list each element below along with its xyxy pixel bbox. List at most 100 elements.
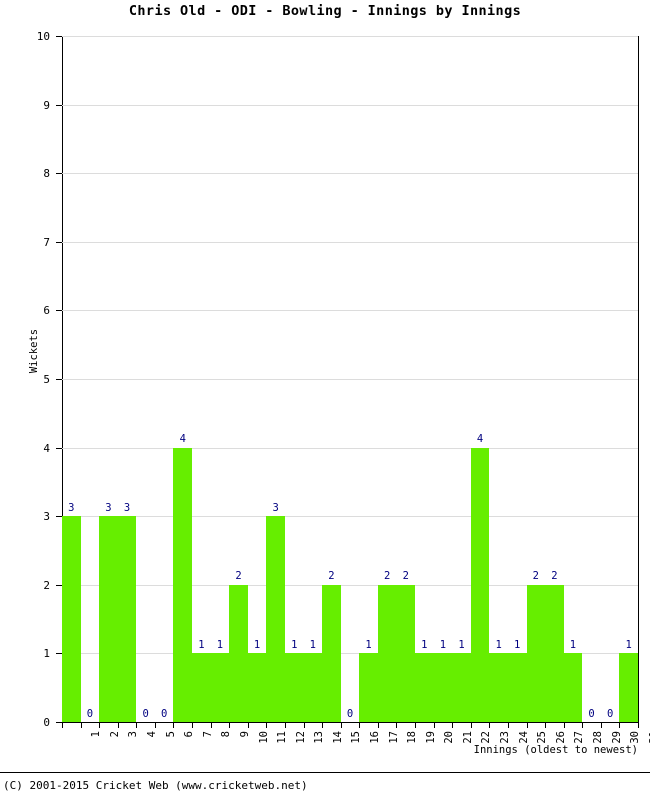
x-axis-tick — [99, 723, 101, 728]
x-axis-tick — [229, 723, 231, 728]
bar-slot[interactable]: 1 — [452, 36, 471, 722]
bar-slot[interactable]: 1 — [247, 36, 267, 722]
bar[interactable] — [619, 653, 638, 722]
bar[interactable] — [415, 653, 434, 722]
x-axis-tick-label: 13 — [313, 731, 326, 744]
x-axis-tick — [582, 723, 584, 728]
bar[interactable] — [247, 653, 267, 722]
bar[interactable] — [266, 516, 285, 722]
bar[interactable] — [322, 584, 341, 722]
bar[interactable] — [545, 584, 564, 722]
bar[interactable] — [173, 447, 193, 722]
x-axis-tick — [377, 723, 379, 728]
bar[interactable] — [99, 516, 118, 722]
x-axis-tick — [396, 723, 398, 728]
bar-slot[interactable]: 1 — [563, 36, 583, 722]
x-axis-tick-label: 21 — [461, 731, 474, 744]
bar-slot[interactable]: 3 — [117, 36, 137, 722]
y-axis-tick-label: 7 — [43, 235, 50, 249]
bar-slot[interactable]: 1 — [359, 36, 378, 722]
bar-slot[interactable]: 2 — [545, 36, 564, 722]
y-axis-tick-label: 0 — [43, 716, 50, 729]
bar[interactable] — [284, 653, 304, 722]
bar-slot[interactable]: 4 — [173, 36, 193, 722]
bar[interactable] — [377, 584, 397, 722]
x-axis-tick-label: 20 — [443, 731, 456, 744]
bar[interactable] — [62, 516, 81, 722]
bar-slot[interactable]: 1 — [507, 36, 527, 722]
bar-slot[interactable]: 3 — [266, 36, 285, 722]
x-axis-tick — [563, 723, 565, 728]
bar-slot[interactable]: 1 — [433, 36, 453, 722]
x-axis-tick — [266, 723, 268, 728]
x-axis-tick-label: 8 — [220, 731, 233, 738]
bar[interactable] — [117, 516, 137, 722]
x-axis-tick-label: 19 — [424, 731, 437, 744]
x-axis-label: Innings (oldest to newest) — [473, 744, 638, 756]
bar[interactable] — [433, 653, 453, 722]
bar-slot[interactable]: 3 — [62, 36, 81, 722]
bar[interactable] — [452, 653, 471, 722]
x-axis-tick — [452, 723, 454, 728]
bar-slot[interactable]: 1 — [210, 36, 230, 722]
bar[interactable] — [470, 447, 490, 722]
bar-slot[interactable]: 4 — [470, 36, 490, 722]
x-axis-tick — [117, 723, 119, 728]
bar[interactable] — [359, 653, 378, 722]
x-axis-tick — [154, 723, 156, 728]
bar-slot[interactable]: 2 — [396, 36, 416, 722]
x-axis-tick — [507, 723, 509, 728]
bar[interactable] — [303, 653, 323, 722]
bar-slot[interactable]: 1 — [489, 36, 508, 722]
bar-value-label: 1 — [625, 638, 632, 651]
x-axis-tick-label: 7 — [201, 731, 214, 738]
x-axis-tick — [470, 723, 472, 728]
bar[interactable] — [396, 584, 416, 722]
bowling-innings-chart: Chris Old - ODI - Bowling - Innings by I… — [0, 0, 650, 800]
bar-slot[interactable]: 2 — [229, 36, 248, 722]
x-axis-tick-label: 12 — [294, 731, 307, 744]
x-axis-tick — [192, 723, 194, 728]
x-axis-tick — [210, 723, 212, 728]
bar-slot[interactable]: 0 — [81, 36, 100, 722]
bar-slot[interactable]: 3 — [99, 36, 118, 722]
x-axis-tick — [173, 723, 175, 728]
bar-slot[interactable]: 2 — [377, 36, 397, 722]
x-axis-tick-label: 5 — [164, 731, 177, 738]
bar-slot[interactable]: 1 — [303, 36, 323, 722]
x-axis-tick — [415, 723, 417, 728]
bar-slot[interactable]: 0 — [601, 36, 620, 722]
x-axis-tick — [284, 723, 286, 728]
bar-slot[interactable]: 1 — [619, 36, 638, 722]
bar[interactable] — [507, 653, 527, 722]
bar-slot[interactable]: 2 — [322, 36, 341, 722]
y-axis-tick-label: 6 — [43, 304, 50, 318]
bar[interactable] — [229, 584, 248, 722]
x-axis-tick — [489, 723, 491, 728]
x-axis-tick — [247, 723, 249, 728]
x-axis-tick-label: 17 — [387, 731, 400, 744]
bar-slot[interactable]: 0 — [155, 36, 174, 722]
bar-slot[interactable]: 1 — [415, 36, 434, 722]
y-axis-tick-label: 9 — [43, 98, 50, 112]
bar[interactable] — [192, 653, 211, 722]
x-axis-tick-label: 16 — [369, 731, 381, 744]
x-axis-tick-label: 15 — [350, 731, 363, 744]
x-axis-tick — [303, 723, 305, 728]
bars-layer: 3033004112131120122111411221001 — [62, 36, 638, 722]
bar[interactable] — [526, 584, 546, 722]
x-axis-tick — [340, 723, 342, 728]
bar-slot[interactable]: 0 — [136, 36, 155, 722]
bar-slot[interactable]: 1 — [192, 36, 211, 722]
x-axis-tick-label: 6 — [183, 731, 196, 738]
bar-slot[interactable]: 0 — [341, 36, 360, 722]
x-axis-tick-label: 4 — [146, 731, 159, 738]
footer-divider — [0, 772, 650, 773]
x-axis-tick — [638, 723, 639, 728]
bar-slot[interactable]: 0 — [582, 36, 601, 722]
bar-slot[interactable]: 2 — [526, 36, 546, 722]
bar[interactable] — [489, 653, 508, 722]
bar[interactable] — [210, 653, 230, 722]
bar-slot[interactable]: 1 — [284, 36, 304, 722]
y-axis-tick-label: 2 — [43, 578, 50, 592]
